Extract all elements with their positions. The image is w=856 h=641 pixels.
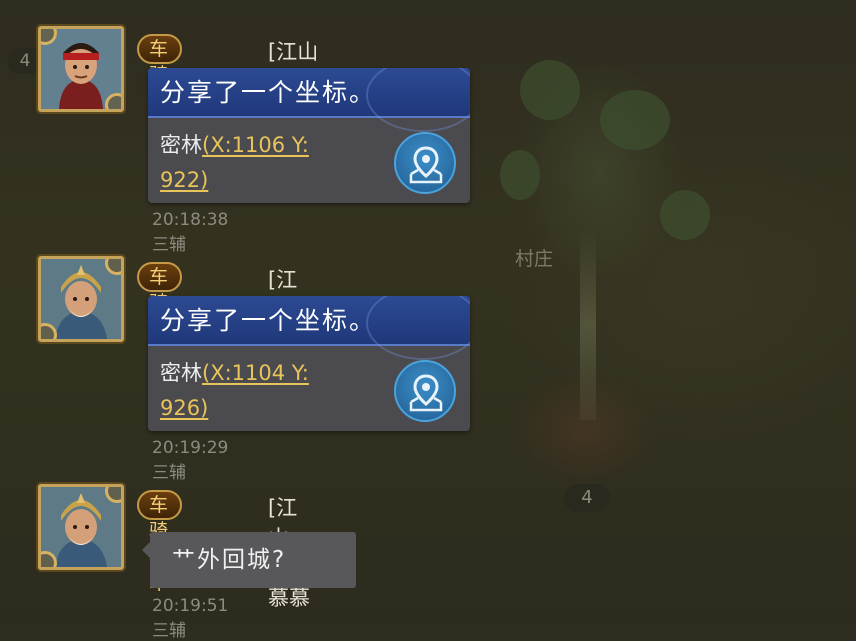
coordinate-link[interactable]: (X:1104 Y: — [202, 361, 309, 385]
coordinate-link[interactable]: (X:1106 Y: — [202, 133, 309, 157]
village-label: 村庄 — [515, 248, 554, 270]
coordinate-share-card[interactable]: 分享了一个坐标。 密林(X:1104 Y: 926) — [148, 296, 470, 431]
share-card-title: 分享了一个坐标。 — [148, 296, 470, 360]
player-avatar[interactable] — [38, 484, 124, 570]
coordinate-share-card[interactable]: 分享了一个坐标。 密林(X:1106 Y: 922) — [148, 68, 470, 203]
message-time: 20:18:38 三辅 — [152, 210, 229, 255]
message-time: 20:19:29 三辅 — [152, 438, 229, 483]
tile-level-badge-top: 4 — [8, 48, 42, 74]
share-card-body: 密林(X:1106 Y: 922) — [160, 128, 370, 198]
rank-badge: 车骑将军 — [137, 262, 183, 366]
message-time: 20:19:51 三辅 — [152, 596, 229, 641]
locate-button[interactable] — [394, 360, 456, 422]
rank-badge: 车骑将军 — [137, 490, 183, 594]
map-pin-icon — [409, 374, 443, 412]
place-name: 密林 — [160, 361, 202, 385]
text-message-bubble[interactable]: 艹外回城? — [150, 532, 356, 588]
place-name: 密林 — [160, 133, 202, 157]
coordinate-link-cont[interactable]: 922) — [160, 168, 208, 192]
bubble-tail — [142, 542, 150, 558]
share-card-body: 密林(X:1104 Y: 926) — [160, 356, 370, 426]
share-card-title: 分享了一个坐标。 — [148, 68, 470, 132]
tile-level-badge: 4 — [564, 484, 610, 512]
share-title-text: 分享了一个坐标。 — [160, 306, 377, 335]
coordinate-link-cont[interactable]: 926) — [160, 396, 208, 420]
locate-button[interactable] — [394, 132, 456, 194]
map-pin-icon — [409, 146, 443, 184]
location-beam — [580, 230, 596, 420]
player-avatar[interactable] — [38, 26, 124, 112]
rank-badge: 车骑将军 — [137, 34, 183, 138]
share-title-text: 分享了一个坐标。 — [160, 78, 377, 107]
player-avatar[interactable] — [38, 256, 124, 342]
